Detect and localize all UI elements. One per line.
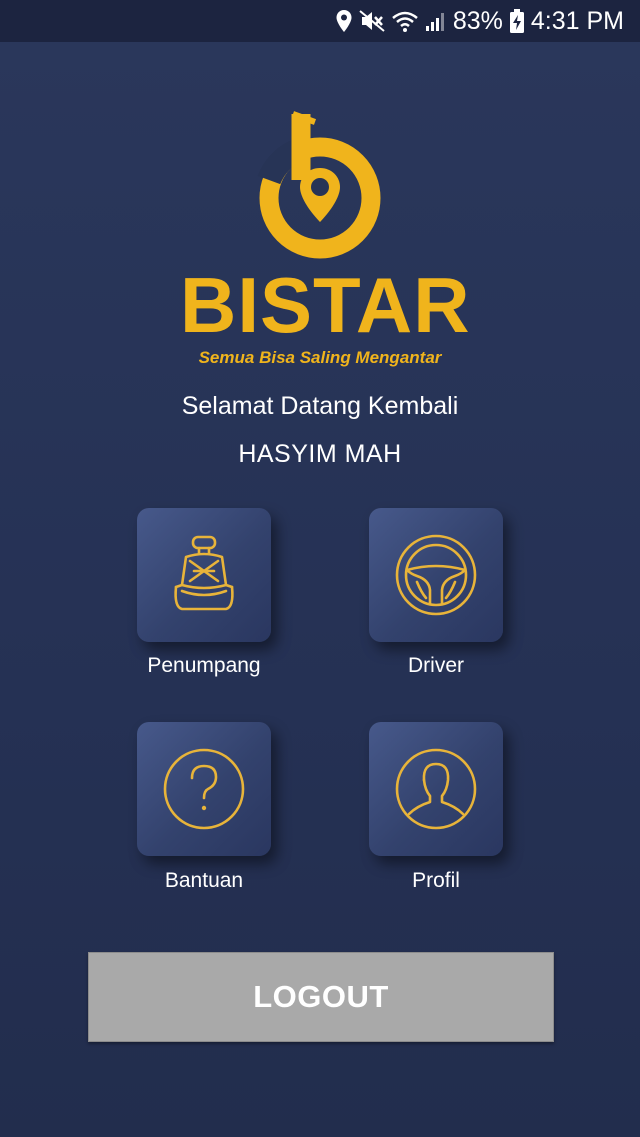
steering-wheel-icon	[395, 534, 477, 616]
bantuan-label: Bantuan	[164, 869, 244, 892]
bistar-logo-icon	[257, 111, 381, 259]
profile-user-icon	[395, 748, 477, 830]
brand-tagline: Semua Bisa Saling Mengantar	[198, 348, 442, 367]
car-seat-icon	[174, 535, 234, 611]
logout-button[interactable]: LOGOUT	[88, 952, 554, 1042]
bantuan-button[interactable]	[137, 722, 271, 856]
battery-charging-icon	[509, 9, 524, 33]
profil-label: Profil	[412, 869, 460, 892]
help-question-icon	[163, 748, 245, 830]
battery-percent: 83%	[452, 6, 503, 35]
status-icons: 83% 4:31 PM	[335, 0, 624, 42]
status-bar: 83% 4:31 PM	[0, 0, 640, 42]
mute-icon	[359, 10, 385, 32]
brand-name: BISTAR	[180, 261, 471, 349]
penumpang-label: Penumpang	[147, 654, 261, 677]
location-icon	[336, 10, 352, 32]
penumpang-button[interactable]	[137, 508, 271, 642]
user-name: HASYIM MAH	[238, 440, 402, 468]
clock: 4:31 PM	[530, 6, 624, 35]
welcome-text: Selamat Datang Kembali	[181, 392, 459, 420]
driver-button[interactable]	[369, 508, 503, 642]
signal-icon	[425, 13, 444, 31]
driver-label: Driver	[408, 654, 464, 677]
profil-button[interactable]	[369, 722, 503, 856]
wifi-icon	[392, 11, 418, 32]
